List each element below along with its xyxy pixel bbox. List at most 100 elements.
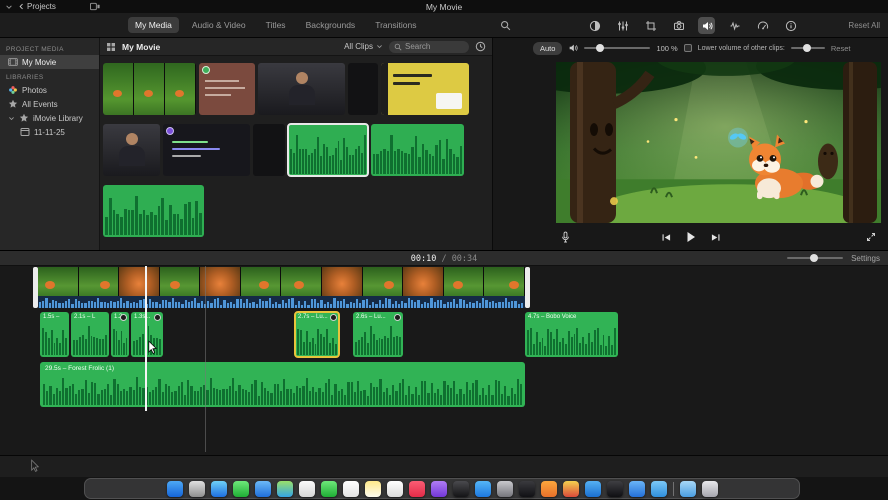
media-browser-toggle-icon[interactable] (89, 2, 101, 11)
thumbnail-zoom-icon[interactable] (500, 20, 511, 31)
search-field[interactable] (389, 40, 469, 53)
dock-calendar[interactable] (342, 480, 359, 497)
dock-safari[interactable] (210, 480, 227, 497)
recents-clock-icon[interactable] (475, 41, 486, 52)
color-correction-icon[interactable] (614, 17, 631, 34)
dock-folder[interactable] (650, 480, 667, 497)
dock-books[interactable] (540, 480, 557, 497)
play-button[interactable] (686, 231, 696, 243)
sidebar-item-photos[interactable]: Photos (0, 83, 99, 97)
filmstrip-frame (78, 267, 120, 296)
media-clip-webcam[interactable] (258, 63, 345, 115)
previous-frame-button[interactable] (661, 233, 672, 242)
media-clip-code[interactable] (163, 124, 250, 176)
dock-trash[interactable] (701, 480, 718, 497)
media-clip-audio-wave[interactable] (287, 123, 369, 177)
dock-notes[interactable] (364, 480, 381, 497)
all-clips-dropdown[interactable]: All Clips (344, 42, 383, 51)
search-icon (394, 43, 402, 51)
dock-video-call[interactable] (628, 480, 645, 497)
timeline-music-clip[interactable]: 29.5s – Forest Frolic (1) (40, 362, 525, 407)
sidebar: PROJECT MEDIA My Movie LIBRARIES Photos All … (0, 38, 100, 250)
crop-icon[interactable] (642, 17, 659, 34)
clip-trim-handle-right[interactable] (525, 267, 530, 308)
volume-reset-button[interactable]: Reset (831, 44, 851, 53)
volume-icon[interactable] (698, 17, 715, 34)
volume-slider[interactable] (584, 44, 651, 52)
timeline-audio-clip-1-2[interactable]: 1.2. (111, 312, 129, 357)
reset-all-button[interactable]: Reset All (848, 21, 880, 30)
browser-header: My Movie All Clips (100, 38, 492, 56)
dock-code-editor[interactable] (584, 480, 601, 497)
timecode-total: 00:34 (451, 254, 478, 264)
fullscreen-icon[interactable] (866, 232, 876, 242)
volume-slider-knob[interactable] (596, 44, 605, 52)
sidebar-item-imovie-library[interactable]: iMovie Library (0, 111, 99, 125)
timeline-zoom-slider[interactable] (787, 254, 844, 262)
stabilization-icon[interactable] (670, 17, 687, 34)
timeline-audio-clip-2-6s-lu[interactable]: 2.6s – Lu... (353, 312, 403, 357)
dock-terminal[interactable] (606, 480, 623, 497)
grid-view-icon[interactable] (106, 42, 116, 52)
media-clip-audio-wave[interactable] (371, 124, 464, 176)
dock-mail[interactable] (254, 480, 271, 497)
tab-transitions[interactable]: Transitions (368, 17, 423, 33)
tab-my-media[interactable]: My Media (128, 17, 179, 33)
playhead[interactable] (145, 266, 147, 411)
dock-divider (672, 481, 674, 496)
sidebar-item-my-movie[interactable]: My Movie (0, 55, 99, 69)
tab-backgrounds[interactable]: Backgrounds (299, 17, 363, 33)
search-input[interactable] (405, 42, 464, 51)
auto-volume-button[interactable]: Auto (533, 41, 563, 55)
media-clip-dark[interactable] (253, 124, 285, 176)
dock-messages[interactable] (232, 480, 249, 497)
back-to-projects-button[interactable]: Projects (18, 2, 56, 11)
dock-maps[interactable] (276, 480, 293, 497)
lower-volume-slider[interactable] (790, 44, 825, 52)
lower-volume-checkbox[interactable] (683, 44, 692, 52)
dock-downloads[interactable] (679, 480, 696, 497)
collapse-chevron-icon[interactable] (5, 3, 13, 11)
media-clip-webcam2[interactable] (103, 124, 160, 176)
next-frame-button[interactable] (710, 233, 721, 242)
dock-finder[interactable] (166, 480, 183, 497)
media-clip-text-doc[interactable] (199, 63, 255, 115)
timeline-audio-clip-2-1s-l[interactable]: 2.1s – L (71, 312, 109, 357)
sidebar-item-all-events[interactable]: All Events (0, 97, 99, 111)
noise-reduction-icon[interactable] (726, 17, 743, 34)
toolbar: My Media Audio & Video Titles Backgrounds Tr… (0, 13, 888, 38)
dock-photos[interactable] (298, 480, 315, 497)
dock-facetime[interactable] (320, 480, 337, 497)
lower-volume-knob[interactable] (803, 44, 812, 52)
clip-effect-badge (120, 314, 127, 321)
media-clip-audio-wave[interactable] (103, 185, 204, 237)
timeline-audio-clip-4-7s-bobo-voice[interactable]: 4.7s – Bobo Voice (525, 312, 618, 357)
filmstrip[interactable] (38, 267, 525, 296)
timeline-audio-clip-2-7s-lu[interactable]: 2.7s – Lu... (294, 311, 340, 358)
dock-settings[interactable] (496, 480, 513, 497)
media-clip-promo-yellow[interactable] (381, 63, 469, 115)
clip-info-icon[interactable] (782, 17, 799, 34)
timeline-settings-button[interactable]: Settings (851, 254, 880, 263)
dock-browser[interactable] (562, 480, 579, 497)
timeline-audio-clip-1-5s[interactable]: 1.5s – (40, 312, 69, 357)
tab-titles[interactable]: Titles (259, 17, 293, 33)
media-clip-fox-video[interactable] (103, 63, 196, 115)
dock-music[interactable] (408, 480, 425, 497)
dock-stocks[interactable] (518, 480, 535, 497)
dock-app-store[interactable] (474, 480, 491, 497)
sidebar-item-11-11-25[interactable]: 11-11-25 (0, 125, 99, 139)
media-clip-dark[interactable] (348, 63, 378, 115)
speed-icon[interactable] (754, 17, 771, 34)
video-audio-track[interactable] (38, 296, 525, 308)
clip-trim-handle-left[interactable] (33, 267, 38, 308)
dock-reminders[interactable] (386, 480, 403, 497)
dock-launchpad[interactable] (188, 480, 205, 497)
dock-podcasts[interactable] (430, 480, 447, 497)
playback-controls (493, 226, 888, 248)
dock-tv[interactable] (452, 480, 469, 497)
timeline-zoom-knob[interactable] (809, 254, 818, 262)
color-balance-icon[interactable] (586, 17, 603, 34)
tab-audio-video[interactable]: Audio & Video (185, 17, 253, 33)
timeline-toolbar: 00:10 / 00:34 Settings (0, 250, 888, 266)
